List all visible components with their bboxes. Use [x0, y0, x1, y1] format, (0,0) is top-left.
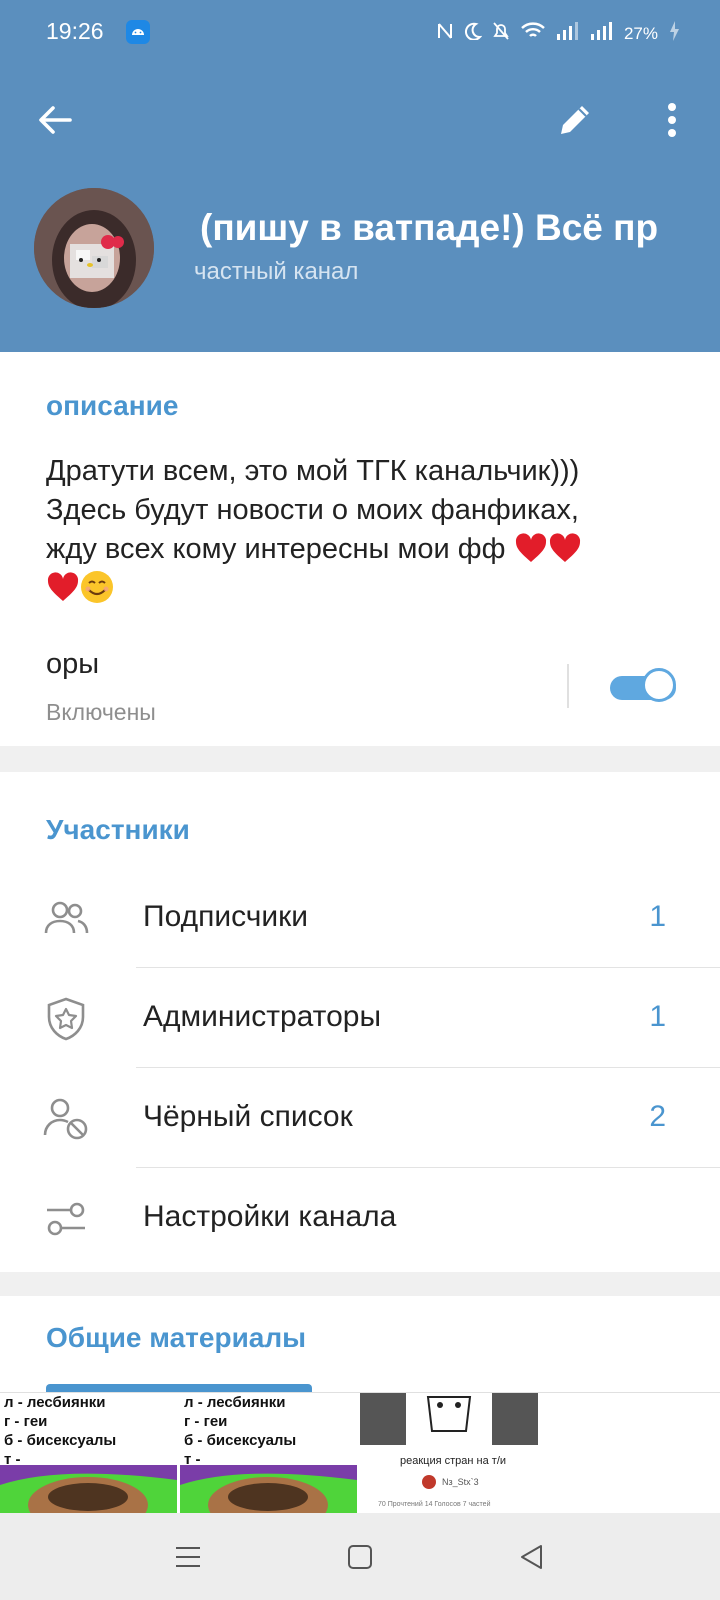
more-options-button[interactable]: [650, 98, 694, 142]
status-time: 19:26: [46, 18, 104, 44]
toggle-knob: [642, 668, 676, 702]
nfc-icon: [436, 21, 454, 46]
thumb-text: г - геи: [184, 1413, 228, 1430]
battery-icon: [668, 20, 680, 47]
shared-media-tab-indicator: [46, 1384, 312, 1392]
thumb-image: [360, 1393, 538, 1445]
status-icons: 27%: [436, 20, 680, 47]
home-square-icon[interactable]: [342, 1539, 378, 1575]
thumb-image: [180, 1465, 357, 1514]
menu-icon[interactable]: [170, 1539, 206, 1575]
red-heart-icon: [515, 533, 546, 562]
thumb-text: б - бисексуалы: [4, 1432, 117, 1449]
blacklist-row[interactable]: Чёрный список 2: [0, 1068, 720, 1168]
moon-icon: [464, 22, 483, 45]
channel-header: (пишу в ватпаде!) Всё пр частный канал: [0, 62, 720, 352]
poll-author: Nз_Stx`3: [442, 1477, 479, 1487]
administrators-label: Администраторы: [143, 1000, 382, 1033]
media-thumb[interactable]: л - лесбиянки г - геи б - бисексуалы т -: [0, 1393, 177, 1514]
pencil-icon: [561, 106, 589, 134]
red-heart-icon: [47, 572, 79, 601]
channel-settings-label: Настройки канала: [143, 1200, 397, 1233]
divider: [567, 664, 569, 708]
battery-level: 27%: [623, 23, 658, 43]
signatures-label: оры: [46, 648, 100, 680]
back-button[interactable]: [34, 98, 78, 142]
thumb-text: б - бисексуалы: [184, 1432, 297, 1449]
signatures-toggle[interactable]: [610, 668, 678, 706]
shared-media-card: Общие материалы: [0, 1296, 720, 1392]
user-blocked-icon: [43, 1098, 88, 1140]
media-thumb[interactable]: реакция стран на т/и Nз_Stx`3 70 Прочтен…: [360, 1393, 538, 1514]
red-heart-icon: [549, 533, 580, 562]
description-text[interactable]: Дратути всем, это мой ТГК канальчик))) З…: [46, 452, 686, 608]
subscribers-label: Подписчики: [143, 900, 309, 933]
system-navigation-bar: [0, 1513, 720, 1600]
subscribers-row[interactable]: Подписчики 1: [0, 868, 720, 968]
administrators-count: 1: [649, 1000, 666, 1033]
shield-star-icon: [47, 997, 85, 1041]
thumb-image: [0, 1465, 177, 1514]
wifi-icon: [520, 21, 546, 46]
members-card: Участники Подписчики 1 Администраторы 1 …: [0, 772, 720, 1272]
thumb-text: г - геи: [4, 1413, 48, 1430]
description-body: Дратути всем, это мой ТГК канальчик))) З…: [46, 455, 580, 565]
users-icon: [44, 901, 89, 934]
subscribers-count: 1: [649, 900, 666, 933]
shared-media-label[interactable]: Общие материалы: [46, 1322, 306, 1354]
blacklist-label: Чёрный список: [143, 1100, 353, 1133]
sliders-icon: [47, 1202, 85, 1236]
more-vertical-icon: [668, 103, 676, 137]
members-label: Участники: [46, 814, 190, 845]
bell-off-icon: [492, 21, 510, 46]
arrow-left-icon: [39, 106, 72, 134]
avatar-photo: [34, 188, 154, 308]
thumb-text: л - лесбиянки: [4, 1394, 106, 1411]
status-bar: 19:26 27%: [0, 0, 720, 62]
author-avatar: [422, 1475, 436, 1489]
poll-title: реакция стран на т/и: [400, 1455, 507, 1467]
channel-subtitle: частный канал: [194, 258, 359, 285]
administrators-row[interactable]: Администраторы 1: [0, 968, 720, 1068]
channel-avatar[interactable]: [34, 188, 154, 308]
thumb-text: л - лесбиянки: [184, 1394, 286, 1411]
media-grid: л - лесбиянки г - геи б - бисексуалы т -…: [0, 1392, 720, 1514]
blacklist-count: 2: [649, 1100, 666, 1133]
signal-icon: [590, 22, 614, 45]
android-app-icon: [126, 20, 150, 44]
signatures-status: Включены: [46, 699, 156, 725]
poll-stats: 70 Прочтений 14 Голосов 7 частей: [378, 1501, 491, 1508]
edit-button[interactable]: [553, 98, 597, 142]
channel-title: (пишу в ватпаде!) Всё пр: [200, 207, 659, 248]
smiling-face-icon: [81, 571, 113, 603]
description-label: описание: [46, 390, 179, 421]
channel-settings-row[interactable]: Настройки канала: [0, 1168, 720, 1268]
info-card: описание Дратути всем, это мой ТГК канал…: [0, 352, 720, 746]
signal-icon: [556, 22, 580, 45]
back-triangle-icon[interactable]: [514, 1539, 550, 1575]
media-thumb[interactable]: л - лесбиянки г - геи б - бисексуалы т -: [180, 1393, 357, 1514]
